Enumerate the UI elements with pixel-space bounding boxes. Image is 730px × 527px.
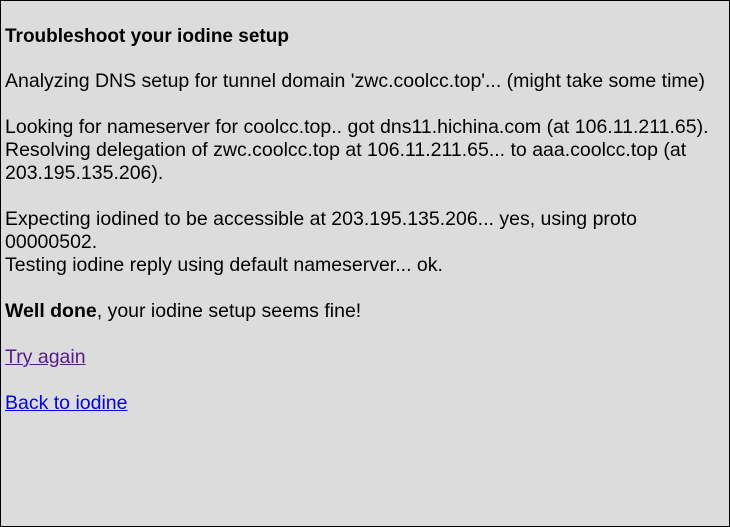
troubleshoot-page: Troubleshoot your iodine setup Analyzing…	[0, 0, 730, 527]
page-title: Troubleshoot your iodine setup	[5, 26, 289, 47]
result-rest: , your iodine setup seems fine!	[96, 300, 362, 322]
try-again-paragraph: Try again	[5, 346, 725, 369]
back-paragraph: Back to iodine	[5, 392, 725, 415]
reply-check-block: Expecting iodined to be accessible at 20…	[5, 208, 725, 277]
nameserver-line: Looking for nameserver for coolcc.top.. …	[5, 116, 709, 138]
result-message: Well done, your iodine setup seems fine!	[5, 300, 725, 323]
try-again-link[interactable]: Try again	[5, 346, 86, 368]
reply-line: Testing iodine reply using default names…	[5, 254, 443, 276]
nameserver-lookup-block: Looking for nameserver for coolcc.top.. …	[5, 116, 725, 185]
analyzing-message: Analyzing DNS setup for tunnel domain 'z…	[5, 70, 705, 92]
back-to-iodine-link[interactable]: Back to iodine	[5, 392, 128, 414]
accessible-line: Expecting iodined to be accessible at 20…	[5, 208, 638, 253]
result-strong: Well done	[5, 300, 97, 322]
delegation-line: Resolving delegation of zwc.coolcc.top a…	[5, 139, 687, 184]
